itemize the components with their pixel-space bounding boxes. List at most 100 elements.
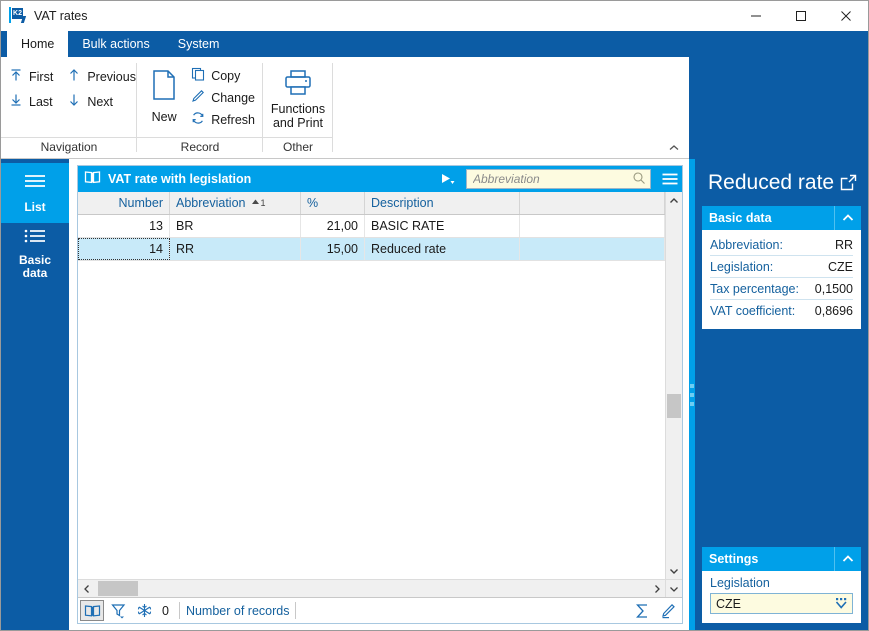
maximize-button[interactable] bbox=[778, 1, 823, 31]
copy-button[interactable]: Copy bbox=[187, 66, 259, 85]
sort-index: 1 bbox=[260, 198, 266, 208]
data-grid: VAT rate with legislation Abbreviation N… bbox=[77, 165, 683, 624]
hamburger-menu-icon[interactable] bbox=[658, 166, 682, 192]
ribbon-body: First Last Previous Next Navigation New … bbox=[1, 57, 689, 159]
tab-home[interactable]: Home bbox=[7, 31, 69, 57]
close-button[interactable] bbox=[823, 1, 868, 31]
search-box[interactable] bbox=[466, 169, 651, 189]
tab-bulk-actions[interactable]: Bulk actions bbox=[68, 31, 163, 57]
horizontal-scroll-track[interactable] bbox=[95, 580, 648, 597]
detail-panel-header: Reduced rate bbox=[702, 159, 861, 206]
pencil-edit-icon[interactable] bbox=[656, 600, 680, 621]
cell-extra bbox=[520, 238, 665, 260]
first-button[interactable]: First bbox=[5, 67, 57, 86]
column-header-percent[interactable]: % bbox=[301, 192, 365, 214]
next-label: Next bbox=[87, 94, 114, 109]
scroll-corner-button[interactable] bbox=[665, 580, 682, 597]
column-header-number[interactable]: Number bbox=[78, 192, 170, 214]
book-view-icon[interactable] bbox=[80, 600, 104, 621]
nav-column-2: Previous Next bbox=[63, 63, 140, 111]
field-abbreviation-value: RR bbox=[834, 237, 853, 252]
scroll-down-button[interactable] bbox=[666, 562, 682, 579]
bullet-list-icon bbox=[22, 227, 48, 248]
sort-ascending-icon: 1 bbox=[251, 198, 266, 208]
scroll-right-button[interactable] bbox=[648, 580, 665, 597]
cell-abbreviation: RR bbox=[170, 238, 301, 260]
horizontal-scrollbar[interactable] bbox=[78, 579, 682, 597]
ribbon-collapse-button[interactable] bbox=[665, 140, 683, 156]
combo-dropdown-icon[interactable] bbox=[832, 594, 850, 613]
tab-system[interactable]: System bbox=[164, 31, 234, 57]
sigma-icon[interactable] bbox=[630, 600, 654, 621]
ribbon-group-record: New Copy Change Refresh Record bbox=[137, 57, 263, 158]
column-header-abbreviation[interactable]: Abbreviation 1 bbox=[170, 192, 301, 214]
window-controls bbox=[733, 1, 868, 31]
table-row[interactable]: 13 BR 21,00 BASIC RATE bbox=[78, 215, 665, 238]
search-icon bbox=[632, 171, 646, 188]
record-small-buttons: Copy Change Refresh bbox=[187, 63, 259, 129]
last-label: Last bbox=[29, 94, 53, 109]
scroll-left-button[interactable] bbox=[78, 580, 95, 597]
field-vat-coefficient-value: 0,8696 bbox=[814, 303, 853, 318]
field-tax-percentage-value: 0,1500 bbox=[814, 281, 853, 296]
sidebar-item-list[interactable]: List bbox=[1, 163, 69, 223]
sidebar-item-list-label: List bbox=[24, 200, 46, 214]
refresh-button[interactable]: Refresh bbox=[187, 110, 259, 129]
filter-icon[interactable] bbox=[106, 600, 130, 621]
chevron-up-icon[interactable] bbox=[834, 547, 861, 571]
ribbon-tabstrip: Home Bulk actions System bbox=[1, 31, 689, 57]
last-button[interactable]: Last bbox=[5, 92, 57, 111]
next-button[interactable]: Next bbox=[63, 92, 140, 111]
cell-percent: 21,00 bbox=[301, 215, 365, 237]
minimize-button[interactable] bbox=[733, 1, 778, 31]
sidebar-item-basic-data[interactable]: Basic data bbox=[1, 223, 69, 283]
first-label: First bbox=[29, 69, 54, 84]
search-input[interactable] bbox=[471, 171, 632, 187]
ribbon-group-other: Functions and Print Other bbox=[263, 57, 333, 158]
play-dropdown-icon[interactable] bbox=[437, 168, 459, 190]
k2-logo-icon: K2 bbox=[9, 7, 27, 25]
number-of-records-label[interactable]: Number of records bbox=[186, 604, 290, 618]
field-legislation-label: Legislation: bbox=[710, 259, 774, 274]
scroll-up-button[interactable] bbox=[666, 192, 682, 209]
basic-data-line1: Basic bbox=[18, 252, 52, 267]
grid-title: VAT rate with legislation bbox=[108, 172, 252, 186]
field-abbreviation-label: Abbreviation: bbox=[710, 237, 783, 252]
field-legislation-value: CZE bbox=[828, 259, 853, 274]
new-button[interactable]: New bbox=[141, 63, 187, 124]
window-body: List Basic data VAT rate with legislatio… bbox=[1, 159, 868, 630]
settings-legislation-label: Legislation bbox=[710, 576, 770, 590]
column-header-extra[interactable] bbox=[520, 192, 665, 214]
left-navigation: List Basic data bbox=[1, 159, 69, 630]
functions-print-line2: and Print bbox=[272, 116, 323, 130]
vertical-scroll-thumb[interactable] bbox=[667, 394, 681, 418]
pencil-icon bbox=[191, 89, 205, 106]
application-window: K2 VAT rates Home Bulk actions System Fi… bbox=[0, 0, 869, 631]
column-header-description[interactable]: Description bbox=[365, 192, 520, 214]
grid-rows: 13 BR 21,00 BASIC RATE 14 RR 15,00 Reduc… bbox=[78, 215, 665, 579]
grid-status-bar: 0 Number of records bbox=[78, 597, 682, 623]
functions-and-print-button[interactable]: Functions and Print bbox=[267, 63, 329, 130]
cell-extra bbox=[520, 215, 665, 237]
sidebar-item-basic-data-label: Basic data bbox=[17, 252, 53, 280]
cell-description: BASIC RATE bbox=[365, 215, 520, 237]
status-divider bbox=[178, 602, 180, 619]
section-header-settings[interactable]: Settings bbox=[702, 547, 861, 571]
panel-splitter[interactable] bbox=[689, 159, 695, 630]
book-icon bbox=[84, 170, 101, 188]
previous-button[interactable]: Previous bbox=[63, 67, 140, 86]
settings-legislation-combobox[interactable]: CZE bbox=[710, 593, 853, 614]
section-header-basic-data-label: Basic data bbox=[709, 211, 772, 225]
vertical-scroll-track[interactable] bbox=[666, 209, 682, 562]
horizontal-scroll-thumb[interactable] bbox=[98, 581, 138, 596]
change-button[interactable]: Change bbox=[187, 88, 259, 107]
snowflake-icon[interactable] bbox=[132, 600, 156, 621]
frozen-columns-count: 0 bbox=[162, 603, 169, 618]
vertical-scrollbar[interactable] bbox=[665, 192, 682, 579]
open-external-icon[interactable] bbox=[840, 172, 857, 194]
detail-panel-spacer bbox=[702, 329, 861, 547]
chevron-up-icon[interactable] bbox=[834, 206, 861, 230]
section-header-basic-data[interactable]: Basic data bbox=[702, 206, 861, 230]
table-row[interactable]: 14 RR 15,00 Reduced rate bbox=[78, 238, 665, 261]
arrow-down-to-line-icon bbox=[9, 93, 23, 110]
